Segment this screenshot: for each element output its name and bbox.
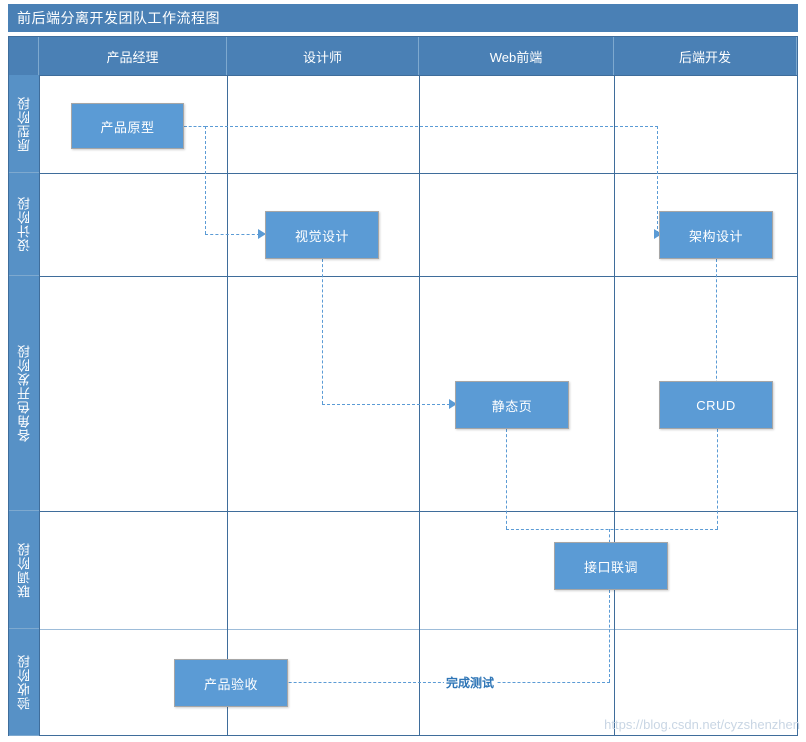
node-label: 接口联调 <box>583 559 638 575</box>
node-label: 静态页 <box>491 398 533 414</box>
diagram-title-bar: 前后端分离开发团队工作流程图 <box>8 4 798 32</box>
node-architecture-design[interactable]: 架构设计 <box>659 211 773 259</box>
row-header-design-stage: 设计阶段 <box>9 173 39 276</box>
column-header-web-frontend: Web前端 <box>419 37 614 75</box>
connector-prototype-trunk <box>205 126 658 127</box>
connector-static-to-integration-vertical <box>506 429 507 529</box>
edge-label-test-complete: 完成测试 <box>444 674 497 691</box>
column-header-backend: 后端开发 <box>614 37 797 75</box>
node-label: CRUD <box>696 397 736 413</box>
grid-line-header-bottom <box>39 75 797 76</box>
row-header-label: 联调阶段 <box>16 541 32 598</box>
row-header-label: 设计阶段 <box>16 196 32 252</box>
node-crud[interactable]: CRUD <box>659 381 773 429</box>
row-header-label: 验收阶段 <box>16 654 32 710</box>
node-interface-integration[interactable]: 接口联调 <box>554 542 668 590</box>
row-header-acceptance-stage: 验收阶段 <box>9 629 39 736</box>
grid-line-col-0 <box>39 75 40 735</box>
row-header-prototype-stage: 原型阶段 <box>9 75 39 173</box>
row-header-label: 原型阶段 <box>16 95 32 152</box>
column-header-product-manager: 产品经理 <box>39 37 227 75</box>
connector-prototype-out <box>184 126 206 127</box>
row-header-label: 各角色开发阶段 <box>16 344 32 442</box>
connector-visual-to-static-vertical <box>322 259 323 404</box>
connector-prototype-to-visual-vertical <box>205 126 206 234</box>
connector-prototype-to-architecture-vertical <box>657 126 658 234</box>
swimlane-grid: 产品经理 设计师 Web前端 后端开发 原型阶段 设计阶段 各角色开发阶段 联调… <box>8 36 798 736</box>
node-visual-design[interactable]: 视觉设计 <box>265 211 379 259</box>
grid-line-row-1 <box>39 173 797 174</box>
connector-integration-to-acceptance-vertical <box>609 590 610 682</box>
flowchart-canvas: 前后端分离开发团队工作流程图 产品经理 设计师 Web前端 后端开发 原型阶段 … <box>0 0 806 742</box>
watermark: https://blog.csdn.net/cyzshenzhen <box>604 717 800 732</box>
grid-corner-cell <box>9 37 39 75</box>
connector-prototype-to-visual-horizontal <box>205 234 260 235</box>
grid-line-col-2 <box>419 75 420 735</box>
connector-integration-merge-trunk <box>506 529 718 530</box>
grid-line-row-4 <box>39 629 797 630</box>
column-header-designer: 设计师 <box>227 37 419 75</box>
grid-line-row-3 <box>39 511 797 512</box>
column-header-label: 设计师 <box>302 49 342 65</box>
node-label: 架构设计 <box>688 228 743 244</box>
diagram-title: 前后端分离开发团队工作流程图 <box>17 10 220 26</box>
connector-architecture-to-crud <box>716 259 717 399</box>
node-label: 产品原型 <box>100 119 155 135</box>
node-product-acceptance[interactable]: 产品验收 <box>174 659 288 707</box>
node-label: 产品验收 <box>203 676 258 692</box>
connector-crud-to-integration-vertical <box>717 429 718 529</box>
node-label: 视觉设计 <box>294 228 349 244</box>
column-header-label: Web前端 <box>489 49 543 65</box>
node-static-page[interactable]: 静态页 <box>455 381 569 429</box>
column-header-label: 后端开发 <box>678 49 731 65</box>
column-header-label: 产品经理 <box>106 49 159 65</box>
grid-line-col-1 <box>227 75 228 735</box>
grid-line-row-2 <box>39 276 797 277</box>
connector-visual-to-static-horizontal <box>322 404 455 405</box>
node-product-prototype[interactable]: 产品原型 <box>71 103 184 149</box>
row-header-development-stage: 各角色开发阶段 <box>9 276 39 511</box>
row-header-integration-stage: 联调阶段 <box>9 511 39 629</box>
grid-line-col-3 <box>614 75 615 735</box>
